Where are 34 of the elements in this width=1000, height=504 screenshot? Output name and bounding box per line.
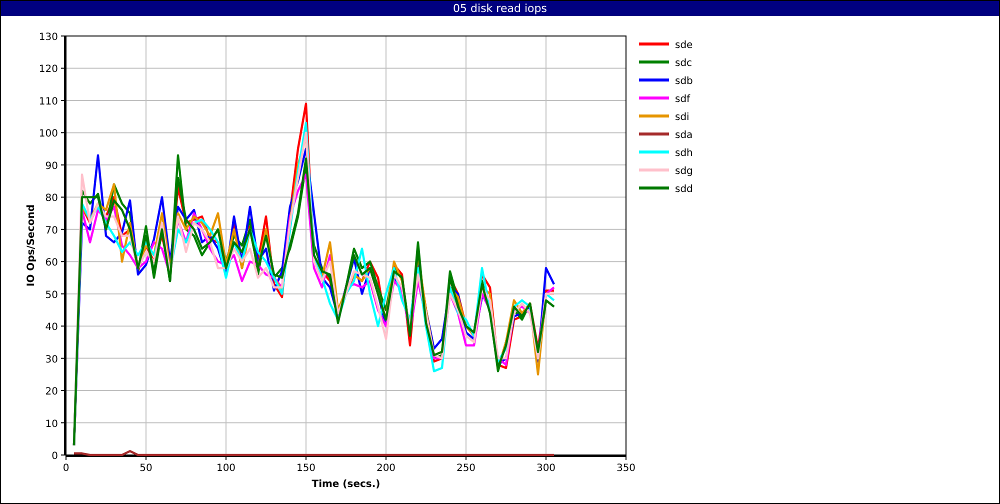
legend-label: sdi <box>675 112 690 123</box>
y-tick-label: 130 <box>38 32 58 43</box>
x-tick-label: 350 <box>616 463 636 474</box>
legend-label: sdh <box>675 148 693 159</box>
y-tick-label: 110 <box>38 96 58 108</box>
x-tick-label: 200 <box>376 463 396 474</box>
y-tick-label: 100 <box>38 128 58 140</box>
x-tick-label: 50 <box>140 463 152 474</box>
x-axis-title: Time (secs.) <box>312 479 380 490</box>
legend-label: sde <box>675 40 693 51</box>
y-tick-label: 90 <box>45 160 58 172</box>
y-axis-title: IO Ops/Second <box>26 204 37 287</box>
x-tick-label: 150 <box>296 463 316 474</box>
y-tick-label: 40 <box>45 322 58 334</box>
y-tick-label: 50 <box>45 290 58 301</box>
y-tick-label: 120 <box>38 64 58 76</box>
legend-label: sdb <box>675 76 693 87</box>
y-tick-label: 20 <box>45 386 58 398</box>
chart-title: 05 disk read iops <box>453 2 547 15</box>
y-tick-label: 60 <box>45 258 58 269</box>
legend-label: sda <box>675 130 693 141</box>
x-tick-label: 0 <box>62 463 70 474</box>
legend-label: sdf <box>675 94 690 105</box>
y-tick-label: 0 <box>52 451 58 462</box>
x-tick-label: 250 <box>456 463 476 474</box>
y-tick-label: 10 <box>45 418 58 430</box>
legend-label: sdg <box>675 166 693 177</box>
legend-label: sdd <box>675 184 693 195</box>
y-tick-label: 30 <box>45 354 58 366</box>
x-tick-label: 100 <box>216 463 236 474</box>
y-tick-label: 80 <box>45 193 58 204</box>
y-tick-label: 70 <box>45 225 58 236</box>
legend-label: sdc <box>675 58 692 69</box>
x-tick-label: 300 <box>536 463 556 474</box>
